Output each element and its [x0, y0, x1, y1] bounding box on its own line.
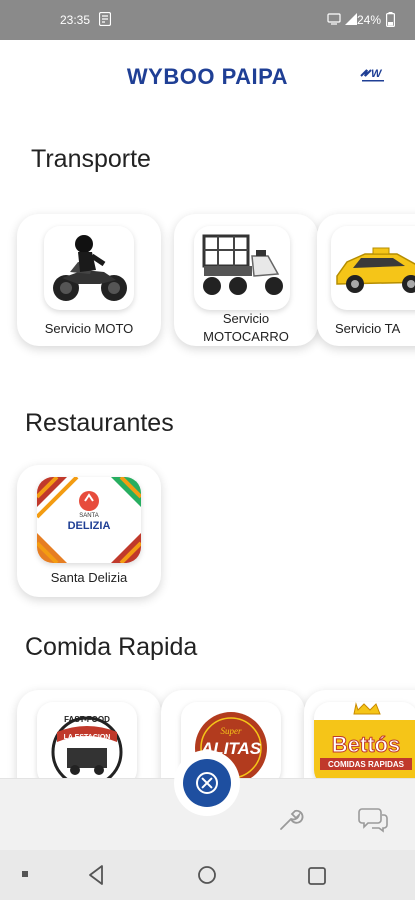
card-la-estacion[interactable]: FAST-FOOD LA ESTACION	[17, 690, 161, 780]
close-circle-icon	[196, 772, 218, 794]
system-nav-bar	[0, 850, 415, 900]
status-time: 23:35	[60, 13, 91, 27]
back-icon[interactable]	[86, 864, 106, 891]
status-bar: 23:35 24%	[0, 0, 415, 40]
battery-percent: 24%	[356, 13, 381, 27]
transporte-carousel[interactable]: Servicio MOTO Servicio MOTOCARRO Servici…	[0, 200, 415, 360]
battery-icon	[386, 12, 396, 30]
signal-icon	[344, 12, 358, 29]
moto-image	[44, 226, 134, 310]
santa-delizia-top-text: SANTA	[79, 513, 99, 519]
bettos-name-text: Bettós	[332, 732, 400, 757]
card-servicio-moto[interactable]: Servicio MOTO	[17, 214, 161, 346]
card-bettos[interactable]: Bettós COMIDAS RAPIDAS	[304, 690, 415, 780]
bettos-logo: Bettós COMIDAS RAPIDAS	[314, 702, 415, 780]
santa-delizia-name-text: DELIZIA	[68, 520, 111, 532]
card-label: Santa Delizia	[50, 570, 128, 585]
motocarro-image	[194, 226, 290, 310]
wrench-icon[interactable]	[277, 805, 305, 838]
card-label: Servicio TA	[335, 321, 401, 336]
super-alitas-top-text: Super	[221, 726, 242, 736]
santa-delizia-logo: SANTA DELIZIA	[37, 477, 141, 563]
data-saver-icon	[327, 12, 341, 29]
chat-bubbles-icon[interactable]	[358, 805, 388, 838]
app-screen: 23:35 24% WYBOO PAIPA W Transporte Servi…	[0, 0, 415, 900]
recents-dot-icon[interactable]	[22, 871, 28, 877]
app-header: WYBOO PAIPA W	[0, 40, 415, 112]
la-estacion-top-text: FAST-FOOD	[64, 715, 110, 724]
section-title-transporte: Transporte	[31, 145, 151, 173]
card-label: Servicio MOTOCARRO	[203, 311, 289, 344]
overview-icon[interactable]	[307, 866, 327, 891]
section-title-restaurantes: Restaurantes	[25, 409, 174, 437]
bettos-subtitle-text: COMIDAS RAPIDAS	[328, 760, 405, 769]
taxi-image	[331, 226, 415, 310]
home-icon[interactable]	[197, 865, 217, 890]
card-servicio-taxi[interactable]: Servicio TA	[317, 214, 415, 346]
app-title: WYBOO PAIPA	[126, 64, 289, 89]
card-santa-delizia[interactable]: SANTA DELIZIA Santa Delizia	[17, 465, 161, 597]
la-estacion-logo: FAST-FOOD LA ESTACION	[37, 702, 137, 780]
card-label: Servicio MOTO	[44, 321, 134, 336]
card-servicio-motocarro[interactable]: Servicio MOTOCARRO	[174, 214, 318, 346]
close-fab-button[interactable]	[183, 759, 231, 807]
restaurantes-carousel[interactable]: SANTA DELIZIA Santa Delizia	[0, 455, 415, 615]
section-title-comida-rapida: Comida Rapida	[25, 633, 198, 661]
la-estacion-name-text: LA ESTACION	[64, 734, 111, 741]
notification-icon	[98, 11, 112, 29]
svg-text:W: W	[371, 68, 383, 80]
wyboo-logo-icon[interactable]: W	[359, 66, 387, 84]
